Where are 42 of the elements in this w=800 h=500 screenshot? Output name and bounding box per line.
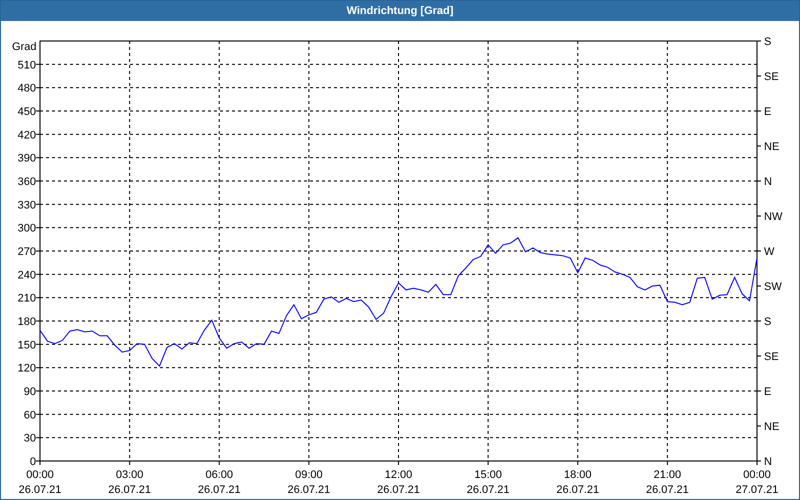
y-axis-label: 0 [30,456,36,468]
y-axis-label: 300 [18,222,36,235]
x-axis-label: 18:00 26.07.21 [556,469,600,496]
y-axis-label: 480 [18,82,36,95]
compass-direction-label: NW [764,211,782,223]
y-axis-label: 390 [18,152,36,165]
y-axis-label: 120 [18,362,36,375]
y-axis-label: 510 [18,59,36,72]
y-axis-label: 270 [18,246,36,258]
y-axis-title: Grad [12,41,36,53]
x-axis-label: 00:00 26.07.21 [18,469,62,496]
x-axis-label: 21:00 26.07.21 [646,469,689,496]
y-axis-label: 30 [24,432,36,445]
y-axis-label: 150 [18,339,36,352]
compass-direction-label: E [764,386,772,398]
y-axis-label: 330 [18,199,36,212]
y-axis-label: 180 [18,316,36,328]
compass-direction-label: SE [764,71,779,83]
compass-direction-label: N [764,456,772,468]
y-axis-label: 210 [18,292,36,305]
y-axis-label: 420 [18,129,36,142]
compass-direction-label: SW [764,281,782,293]
compass-direction-label: S [764,316,772,328]
y-axis-label: 90 [24,386,36,398]
y-axis-label: 360 [18,176,36,188]
x-axis-label: 03:00 26.07.21 [108,469,152,496]
compass-direction-label: NE [764,141,780,153]
x-axis-label: 09:00 26.07.21 [287,469,330,496]
x-axis-label: 06:00 26.07.21 [198,469,241,496]
y-axis-label: 240 [18,269,36,282]
x-axis-label: 15:00 26.07.21 [466,469,510,496]
x-axis-label: 00:00 27.07.21 [736,469,778,496]
x-axis-label: 12:00 26.07.21 [377,469,420,496]
y-axis-label: 60 [24,409,36,422]
compass-direction-label: W [764,246,774,258]
compass-direction-label: N [764,176,772,188]
compass-direction-label: E [764,106,772,118]
compass-direction-label: NE [764,421,780,433]
y-axis-label: 450 [18,106,36,118]
compass-direction-label: SE [764,351,779,363]
window-title: Windrichtung [Grad] [346,5,454,17]
compass-direction-label: S [764,36,772,48]
